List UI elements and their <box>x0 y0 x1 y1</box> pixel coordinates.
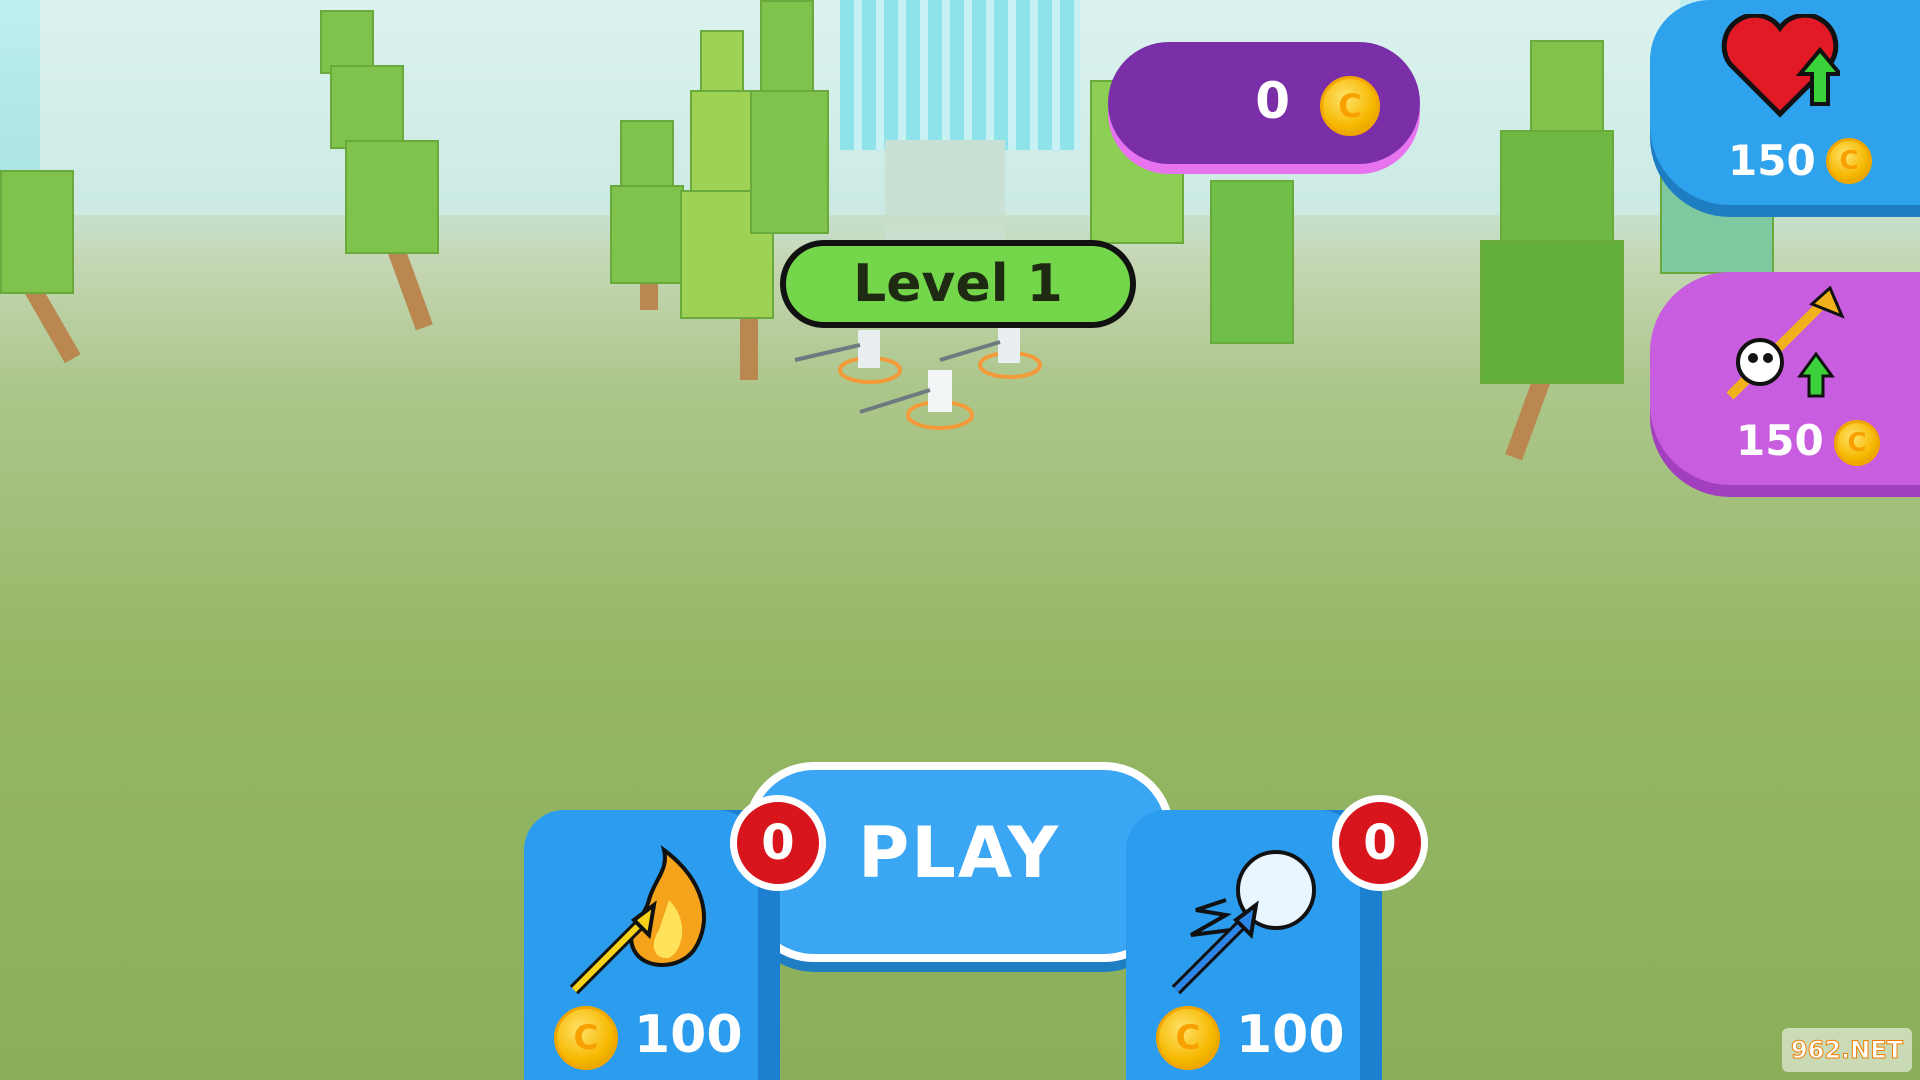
fire-arrow-cost: 100 <box>634 1005 743 1065</box>
tree <box>740 0 840 260</box>
attack-upgrade-button[interactable]: 150 C <box>1650 272 1920 485</box>
health-upgrade-price: 150 <box>1728 136 1816 185</box>
tree <box>1210 180 1300 360</box>
watermark-text: 962.NET <box>1790 1036 1904 1065</box>
coin-icon: C <box>1156 1006 1220 1070</box>
soldier-group <box>794 325 1042 430</box>
castle-gate <box>840 0 1080 150</box>
watermark-logo: 962.NET <box>1782 1028 1912 1072</box>
coin-counter: 0 C <box>1108 42 1420 164</box>
coin-icon: C <box>1826 138 1872 184</box>
arrow-skull-upgrade-icon <box>1726 286 1845 400</box>
ice-arrow-count: 0 <box>1363 815 1397 871</box>
fire-arrow-count: 0 <box>761 815 795 871</box>
tree <box>1460 40 1640 461</box>
level-label: Level 1 <box>853 254 1063 314</box>
fire-arrow-icon <box>569 845 706 995</box>
fire-arrow-count-badge: 0 <box>730 795 826 891</box>
tree <box>300 10 440 331</box>
ice-arrow-cost: 100 <box>1236 1005 1345 1065</box>
tree <box>0 170 90 370</box>
coin-icon: C <box>1320 76 1380 136</box>
coin-count: 0 <box>1255 72 1290 130</box>
ice-arrow-count-badge: 0 <box>1332 795 1428 891</box>
level-badge: Level 1 <box>780 240 1136 328</box>
coin-icon: C <box>554 1006 618 1070</box>
play-button-label: PLAY <box>857 812 1061 894</box>
coin-icon: C <box>1834 420 1880 466</box>
heart-upgrade-icon <box>1721 14 1840 118</box>
ice-arrow-icon <box>1171 850 1316 995</box>
health-upgrade-button[interactable]: 150 C <box>1650 0 1920 205</box>
attack-upgrade-price: 150 <box>1736 416 1824 465</box>
tree <box>610 120 690 310</box>
